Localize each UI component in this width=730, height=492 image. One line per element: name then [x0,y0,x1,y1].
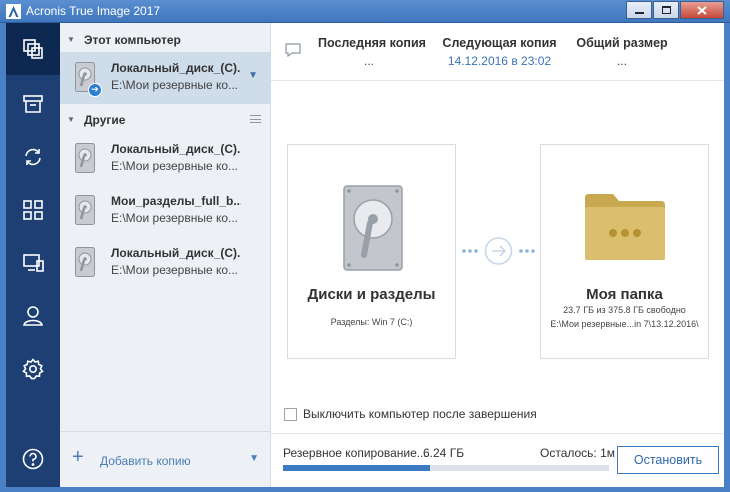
progress-bar [283,465,609,471]
hard-drive-icon [343,185,403,271]
nav-account[interactable] [6,290,60,342]
last-copy-column: Последняя копия ... [318,36,426,68]
backup-name: Локальный_диск_(C)... [111,142,241,156]
minimize-icon [634,12,644,14]
nav-archive[interactable] [6,78,60,130]
group-this-pc[interactable]: ▼ Этот компьютер [60,26,271,52]
account-icon [23,306,43,326]
group-label: Этот компьютер [84,33,181,47]
folder-icon [585,194,665,260]
main-content: Последняя копия ... Следующая копия 14.1… [271,23,724,487]
hard-drive-icon [75,143,95,173]
hard-drive-icon [75,195,95,225]
stop-button[interactable]: Остановить [617,446,719,474]
menu-icon[interactable] [250,115,261,123]
last-copy-value: ... [363,54,374,68]
backup-path: E:\Мои резервные ко... [111,211,239,225]
sync-icon [25,148,41,166]
total-size-label: Общий размер [576,36,668,50]
comment-icon[interactable] [285,43,301,57]
title-bar: Acronis True Image 2017 [0,0,730,23]
nav-backup[interactable] [6,23,60,75]
nav-dashboard[interactable] [6,184,60,236]
shutdown-option[interactable]: Выключить компьютер после завершения [284,406,537,422]
minimize-button[interactable] [626,1,652,19]
nav-settings[interactable] [6,343,60,395]
caret-down-icon: ▼ [67,35,75,44]
backup-list-panel: ▼ Этот компьютер ➔ Локальный_диск_(C)...… [60,23,271,487]
devices-icon [23,254,44,272]
list-item[interactable]: Локальный_диск_(C)... E:\Мои резервные к… [60,237,271,289]
shutdown-checkbox[interactable] [284,407,297,421]
plus-icon: + [72,446,84,468]
next-copy-column: Следующая копия 14.12.2016 в 23:02 [441,36,558,68]
progress-label: Резервное копирование... [283,446,427,460]
dashboard-icon [23,200,43,220]
close-icon [697,5,707,15]
group-label: Другие [84,113,126,127]
list-item[interactable]: Мои_разделы_full_b... E:\Мои резервные к… [60,185,271,237]
maximize-button[interactable] [653,1,679,19]
group-other[interactable]: ▼ Другие [60,106,271,132]
chevron-down-icon[interactable]: ▼ [249,453,259,464]
caret-down-icon: ▼ [67,115,75,124]
destination-title: Моя папка [586,286,663,303]
window-frame-bottom [0,487,730,492]
nav-rail [6,23,60,487]
time-remaining: Осталось: 1м [540,446,616,460]
backup-summary-header: Последняя копия ... Следующая копия 14.1… [271,23,724,81]
backup-name: Мои_разделы_full_b... [111,194,241,208]
backup-path: E:\Мои резервные ко... [111,263,239,277]
backup-destination-card[interactable]: Моя папка 23.7 ГБ из 375.8 ГБ свободно E… [540,144,709,359]
backup-path: E:\Мои резервные ко... [111,78,239,92]
maximize-icon [661,6,671,14]
nav-devices[interactable] [6,237,60,289]
close-button[interactable] [680,1,724,19]
help-icon [22,448,44,470]
add-backup-label: Добавить копию [100,454,191,468]
list-item[interactable]: Локальный_диск_(C)... E:\Мои резервные к… [60,133,271,185]
window-title: Acronis True Image 2017 [26,4,161,18]
backup-path: E:\Мои резервные ко... [111,159,239,173]
archive-icon [23,95,43,113]
hard-drive-icon [75,247,95,277]
settings-icon [22,358,44,380]
shutdown-label: Выключить компьютер после завершения [303,407,537,421]
progress-size: 6.24 ГБ [423,446,465,460]
backup-name: Локальный_диск_(C)... [111,246,241,260]
next-copy-value[interactable]: 14.12.2016 в 23:02 [441,54,558,68]
destination-path: E:\Мои резервные...in 7\13.12.2016\ [550,319,699,329]
nav-help[interactable] [6,433,60,485]
window-frame-right [724,23,730,492]
restore-badge-icon: ➔ [88,83,102,97]
source-subtitle: Разделы: Win 7 (C:) [330,317,413,327]
chevron-down-icon[interactable]: ▼ [248,70,258,81]
acronis-logo-icon [6,4,21,19]
total-size-column: Общий размер ... [573,36,671,68]
backup-source-card[interactable]: Диски и разделы Разделы: Win 7 (C:) [287,144,456,359]
add-backup-button[interactable]: + Добавить копию ▼ [60,431,271,487]
backup-name: Локальный_диск_(C)... [111,61,241,75]
total-size-value: ... [616,54,627,68]
progress-footer: Резервное копирование... 6.24 ГБ Осталос… [271,433,724,487]
arrow-right-icon [462,237,535,265]
source-title: Диски и разделы [307,286,436,303]
destination-free-space: 23.7 ГБ из 375.8 ГБ свободно [563,305,686,315]
progress-bar-fill [283,465,430,471]
backup-icon [23,39,43,59]
nav-sync[interactable] [6,131,60,183]
list-item[interactable]: ➔ Локальный_диск_(C)... E:\Мои резервные… [60,52,271,104]
next-copy-label: Следующая копия [442,36,557,50]
last-copy-label: Последняя копия [318,36,426,50]
